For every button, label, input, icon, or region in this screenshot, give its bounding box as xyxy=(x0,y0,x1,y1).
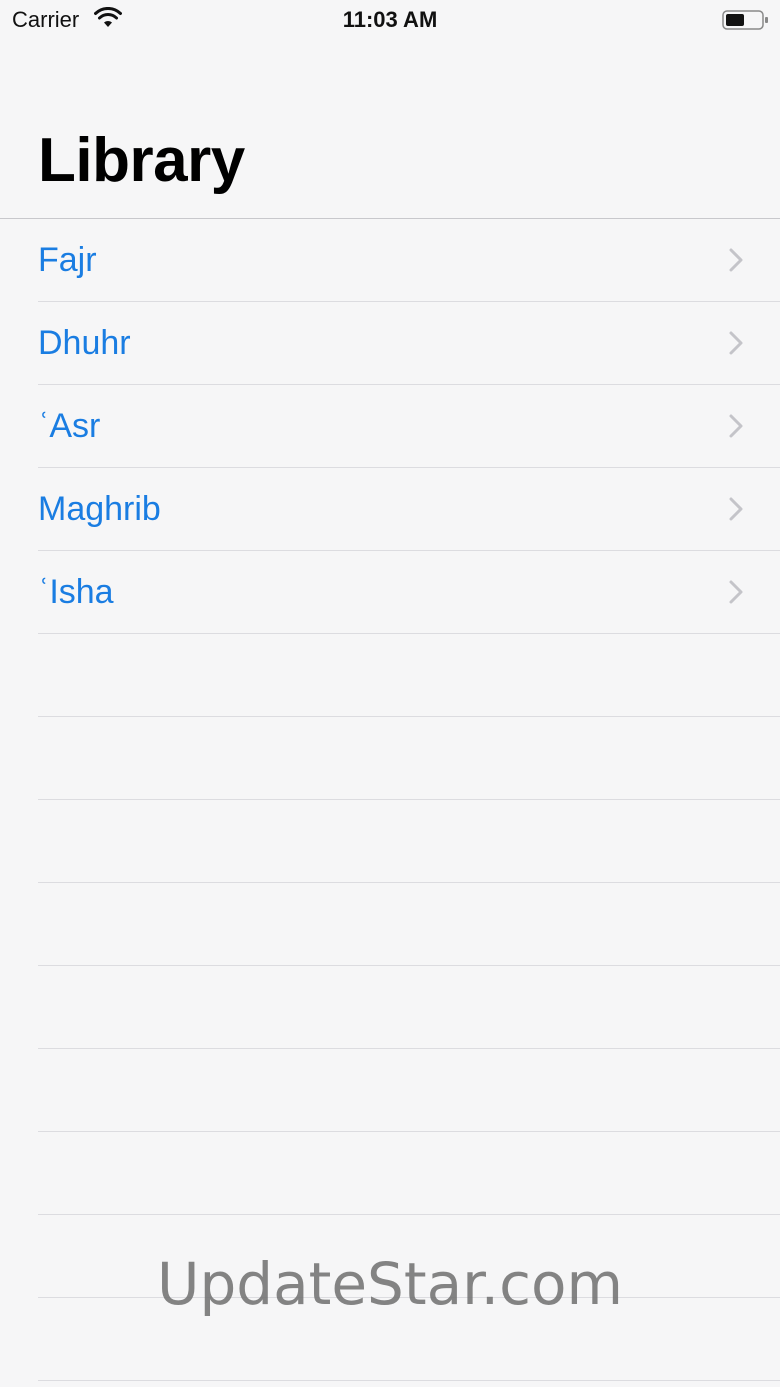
list-item-label: Maghrib xyxy=(38,490,161,528)
list-item-maghrib[interactable]: Maghrib xyxy=(38,468,780,551)
clock: 11:03 AM xyxy=(342,7,438,32)
chevron-right-icon xyxy=(729,580,743,604)
navigation-bar: Library xyxy=(0,40,780,219)
list-item-label: ʿIsha xyxy=(38,573,114,611)
chevron-right-icon xyxy=(729,248,743,272)
battery-icon xyxy=(722,10,768,30)
prayer-list: Fajr Dhuhr ʿAsr Maghrib ʿIsha xyxy=(0,219,780,1381)
page-title: Library xyxy=(38,126,245,195)
empty-row-separator xyxy=(38,800,780,883)
empty-row-separator xyxy=(38,883,780,966)
chevron-right-icon xyxy=(729,414,743,438)
empty-row-separator xyxy=(38,717,780,800)
empty-row-separator xyxy=(38,634,780,717)
list-item-label: Dhuhr xyxy=(38,324,131,362)
list-item-asr[interactable]: ʿAsr xyxy=(38,385,780,468)
list-item-label: ʿAsr xyxy=(38,407,101,445)
watermark: UpdateStar.com xyxy=(157,1250,623,1318)
empty-row-separator xyxy=(38,1132,780,1215)
empty-row-separator xyxy=(38,966,780,1049)
list-item-label: Fajr xyxy=(38,241,97,279)
status-bar: Carrier 11:03 AM xyxy=(0,0,780,40)
list-item-dhuhr[interactable]: Dhuhr xyxy=(38,302,780,385)
list-item-fajr[interactable]: Fajr xyxy=(38,219,780,302)
empty-row-separator xyxy=(38,1049,780,1132)
chevron-right-icon xyxy=(729,497,743,521)
chevron-right-icon xyxy=(729,331,743,355)
list-item-isha[interactable]: ʿIsha xyxy=(38,551,780,634)
